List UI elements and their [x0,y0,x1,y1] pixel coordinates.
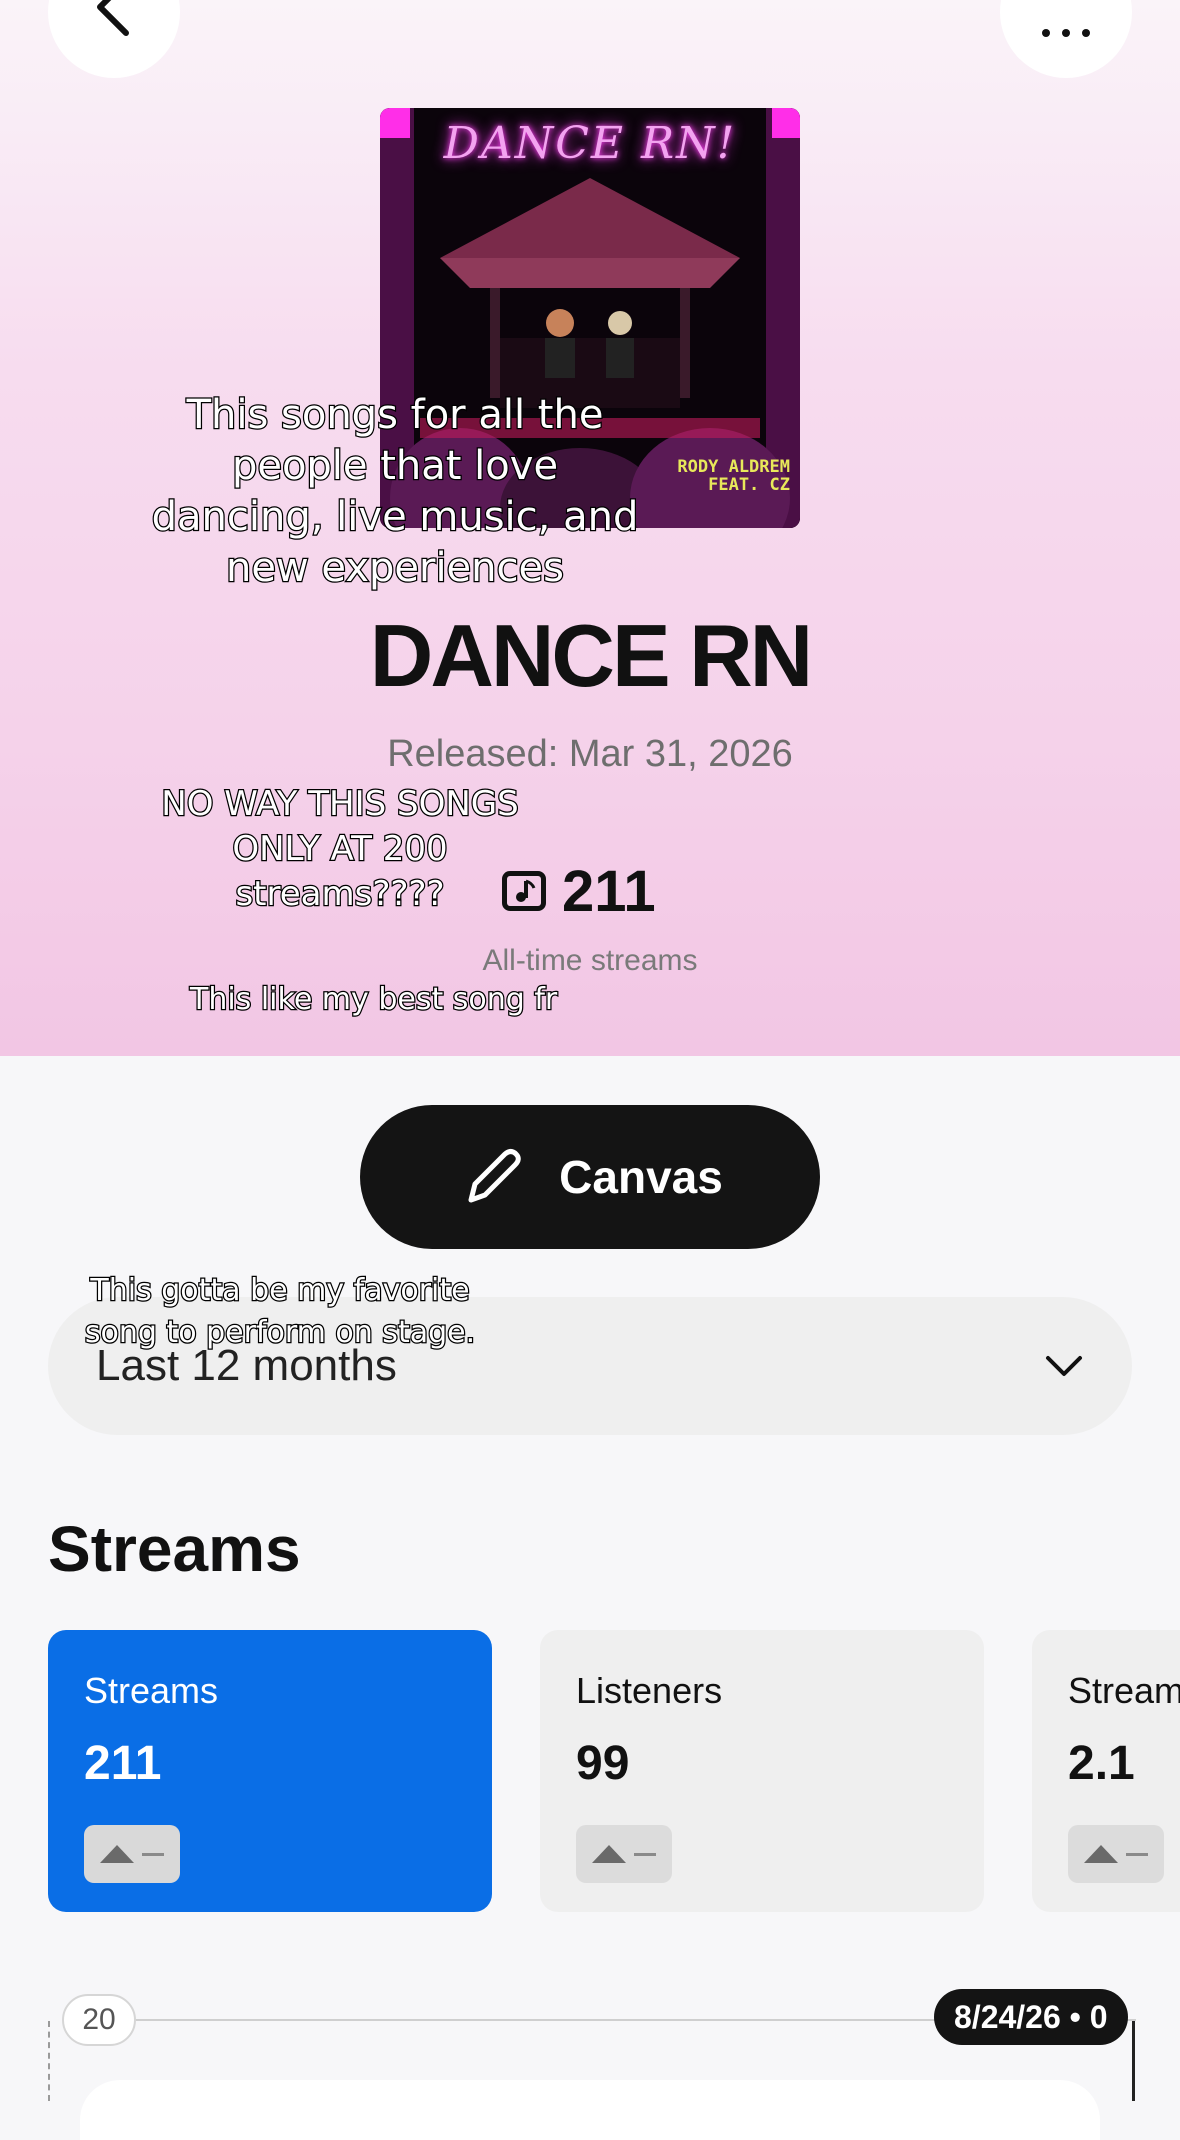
canvas-button-label: Canvas [559,1151,723,1203]
more-options-button[interactable] [1000,0,1132,78]
stat-card-streams[interactable]: Streams 211 [48,1630,492,1912]
stat-card-label: Listeners [576,1670,723,1711]
chart-plot-area [80,2080,1100,2140]
trend-dash-icon [1126,1852,1148,1856]
chevron-down-icon [1046,1356,1082,1376]
chart-cursor-line[interactable] [1132,2021,1135,2101]
all-time-streams-count: 211 [562,858,656,924]
trend-up-icon [1084,1845,1118,1863]
stat-card-streams-per-listener[interactable]: Stream 2.1 [1032,1630,1180,1912]
stat-card-value: 99 [576,1737,630,1790]
release-date: Released: Mar 31, 2026 [387,733,793,775]
cover-credit-line1: RODY ALDREM [677,457,790,477]
cover-title-text: DANCE RN! [443,118,737,169]
chevron-left-icon [97,0,129,36]
stat-card-listeners[interactable]: Listeners 99 [540,1630,984,1912]
trend-up-icon [592,1845,626,1863]
cover-credit-line2: FEAT. CZ [708,475,790,495]
trend-badge [576,1825,672,1883]
pencil-icon [468,1149,521,1203]
stat-card-label: Stream [1068,1670,1180,1711]
stat-card-value: 211 [84,1737,162,1790]
caption-overlay: NO WAY THIS SONGS ONLY AT 200 streams???… [160,783,520,916]
trend-badge [1068,1825,1164,1883]
trend-dash-icon [142,1852,164,1856]
streams-section-title: Streams [48,1513,301,1585]
caption-overlay: This like my best song fr [189,981,559,1019]
trend-badge [84,1825,180,1883]
caption-overlay: This gotta be my favorite song to perfor… [84,1272,477,1352]
canvas-button[interactable]: Canvas [360,1105,820,1249]
stat-card-value: 2.1 [1068,1737,1135,1790]
chart-tooltip: 8/24/26 • 0 [934,1989,1128,2045]
streams-chart[interactable]: 20 8/24/26 • 0 [0,1985,1180,2140]
chart-start-line [48,2021,50,2101]
all-time-streams-label: All-time streams [482,944,698,977]
y-axis-tick-label: 20 [62,1994,136,2046]
stat-card-label: Streams [84,1670,219,1711]
trend-dash-icon [634,1852,656,1856]
song-title: DANCE RN [369,606,813,705]
more-icon [1042,29,1090,37]
caption-overlay: This songs for all the people that love … [150,391,639,593]
song-header: DANCE RN! RODY ALDREM FEAT. CZ DANCE RN … [0,0,1180,1056]
cover-credit-text: RODY ALDREM FEAT. CZ [677,458,790,494]
trend-up-icon [100,1845,134,1863]
back-button[interactable] [48,0,180,78]
